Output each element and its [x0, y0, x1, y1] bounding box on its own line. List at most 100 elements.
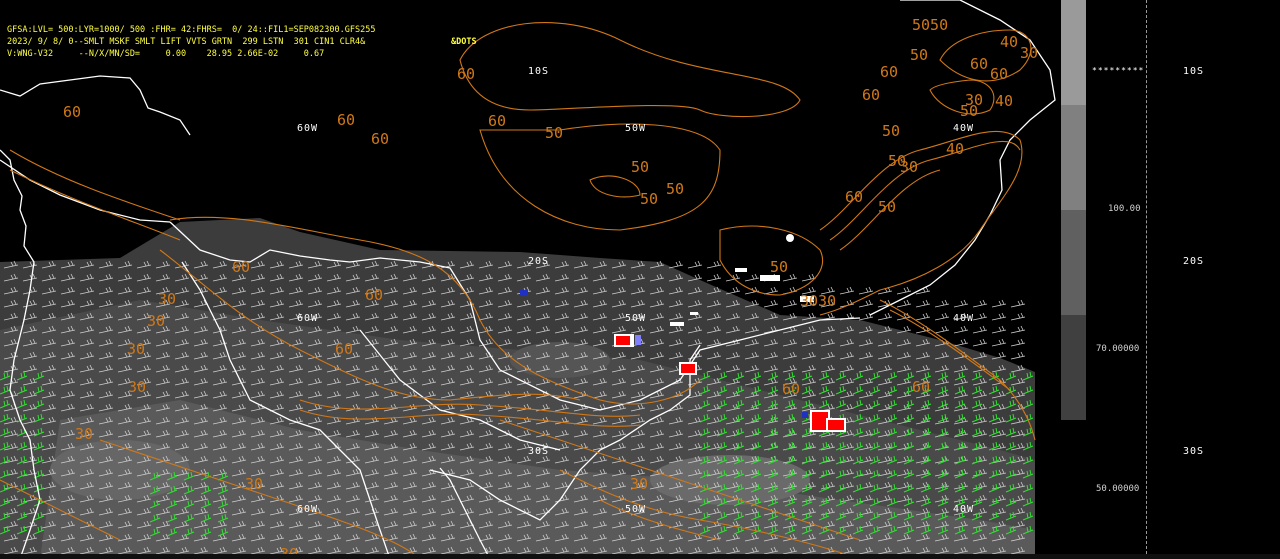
contour-label: 5050	[912, 16, 949, 34]
contour-label: 50	[666, 180, 685, 198]
colorbar-segment	[1061, 210, 1086, 315]
contour-label: 50	[631, 158, 650, 176]
cloud-blob	[50, 440, 190, 500]
wind-barb	[877, 312, 893, 321]
contour-label: 60	[337, 111, 356, 129]
wind-barb	[991, 325, 1007, 334]
colorbar-value-100: 100.00	[1108, 204, 1141, 214]
wind-barb	[668, 260, 684, 269]
contour-label: 50	[910, 46, 929, 64]
contour-label: 60	[371, 130, 390, 148]
wind-barb	[1010, 299, 1026, 308]
wind-barb	[934, 299, 950, 308]
contour-label: 50	[878, 198, 897, 216]
right-panel: 100.00 70.00000 50.00000 10S 20S 30S ***…	[1086, 0, 1280, 559]
contour-label: 60	[912, 378, 931, 396]
wind-barb	[934, 325, 950, 334]
wind-barb	[763, 299, 779, 308]
contour-label: 50	[545, 124, 564, 142]
wind-barb	[763, 286, 779, 295]
wind-barb	[782, 299, 798, 308]
dotted-coast: *********	[1092, 66, 1145, 75]
wind-barb	[953, 325, 969, 334]
right-lat-20s: 20S	[1183, 256, 1205, 267]
wind-barb	[706, 260, 722, 269]
header-line-1: GFSA:LVL= 500:LYR=1000/ 500 :FHR= 42:FHR…	[7, 25, 376, 35]
contour-label: 30	[630, 475, 649, 493]
wind-barb	[934, 312, 950, 321]
wind-barb	[1010, 312, 1026, 321]
contour-label: 60	[335, 340, 354, 358]
contour-label: 3030	[800, 292, 837, 310]
wind-barb	[915, 299, 931, 308]
wind-barb	[972, 325, 988, 334]
map-panel[interactable]: GFSA:LVL= 500:LYR=1000/ 500 :FHR= 42:FHR…	[0, 0, 1060, 559]
contour-label: 60	[232, 258, 251, 276]
lon-label-60w-bot: 60W	[297, 504, 319, 515]
colorbar	[1061, 0, 1086, 420]
contour-label: 60	[862, 86, 881, 104]
wind-barb	[972, 338, 988, 347]
contour-label: 60	[782, 380, 801, 398]
contour-label: 30	[127, 340, 146, 358]
wind-barb	[744, 273, 760, 282]
lon-label-40w-bot: 40W	[953, 504, 975, 515]
wind-barb	[991, 312, 1007, 321]
contour-label: 60	[488, 112, 507, 130]
header-line-2: 2023/ 9/ 8/ 0--SMLT MSKF SMLT LIFT VVTS …	[7, 37, 366, 47]
lat-label-20s: 20S	[528, 256, 550, 267]
wind-barb	[1010, 351, 1026, 360]
wind-barb	[858, 299, 874, 308]
wind-barb	[991, 338, 1007, 347]
colorbar-value-70: 70.00000	[1096, 344, 1140, 354]
contour-label: 60	[880, 63, 899, 81]
contour-label: 50	[882, 122, 901, 140]
contour-label: 60	[63, 103, 82, 121]
wind-barb	[991, 299, 1007, 308]
contour-label: 60	[457, 65, 476, 83]
wind-barb	[839, 286, 855, 295]
contour-label: 50	[960, 102, 979, 120]
dots-tag: &DOTS	[451, 37, 477, 47]
lon-label-40w-mid: 40W	[953, 313, 975, 324]
wind-barb	[858, 286, 874, 295]
lon-label-50w-top: 50W	[625, 123, 647, 134]
wind-barb	[877, 299, 893, 308]
header-line-3: V:WNG-V32 --N/X/MN/SD= 0.00 28.95 2.66E-…	[7, 49, 325, 59]
panel-divider	[1146, 0, 1147, 559]
wind-barb	[1010, 338, 1026, 347]
lon-label-60w-mid: 60W	[297, 313, 319, 324]
contour-label: 40	[946, 140, 965, 158]
contour-label: 60	[845, 188, 864, 206]
colorbar-segment	[1061, 105, 1086, 210]
colorbar-segment	[1061, 315, 1086, 420]
lon-label-50w-bot: 50W	[625, 504, 647, 515]
lon-label-40w-top: 40W	[953, 123, 975, 134]
bottom-strip	[0, 554, 1280, 559]
lon-label-60w-top: 60W	[297, 123, 319, 134]
lon-label-50w-mid: 50W	[625, 313, 647, 324]
contour-label: 60	[365, 286, 384, 304]
wind-barb	[953, 299, 969, 308]
wind-barb	[896, 286, 912, 295]
contour-label: 30	[1020, 44, 1039, 62]
contour-label: 40	[1000, 33, 1019, 51]
wind-barb	[687, 260, 703, 269]
contour-label: 30	[75, 425, 94, 443]
wind-barb	[915, 312, 931, 321]
wind-barb	[972, 299, 988, 308]
wind-barb	[972, 312, 988, 321]
contour-label: 30	[900, 158, 919, 176]
contour-label: 30	[158, 290, 177, 308]
contour-label: 50	[640, 190, 659, 208]
contour-label: 50	[770, 258, 789, 276]
contour-label: 30	[245, 475, 264, 493]
lat-label-10s: 10S	[528, 66, 550, 77]
right-lat-10s: 10S	[1183, 66, 1205, 77]
map-canvas[interactable]	[0, 0, 1060, 559]
contour-label: 60	[990, 65, 1009, 83]
contour-label: 60	[970, 55, 989, 73]
cloud-blob	[510, 342, 610, 378]
contour-label: 30	[128, 378, 147, 396]
colorbar-segment	[1061, 0, 1086, 105]
